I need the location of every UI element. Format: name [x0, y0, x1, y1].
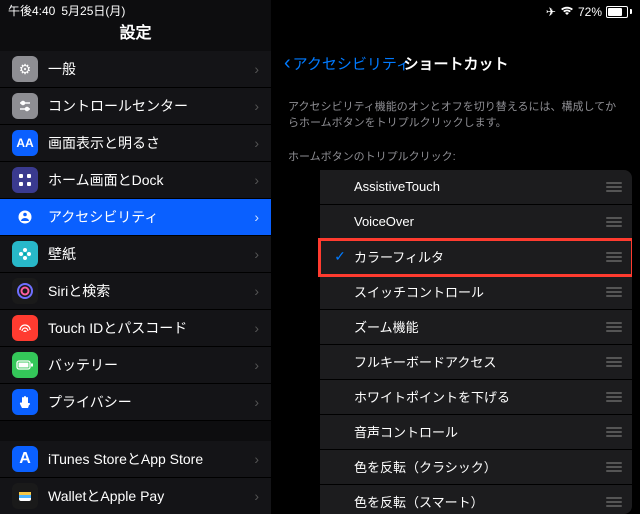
sidebar-item-label: コントロールセンター — [48, 96, 254, 116]
sidebar-item-label: WalletとApple Pay — [48, 486, 254, 506]
reorder-handle-icon[interactable] — [606, 427, 622, 437]
settings-section-1: ⚙︎一般›コントロールセンター›AA画面表示と明るさ›ホーム画面とDock›アク… — [0, 51, 271, 421]
chevron-right-icon: › — [254, 246, 259, 262]
status-bar-right: ✈︎ 72% — [272, 0, 640, 22]
check-icon: ✓ — [330, 248, 350, 265]
chevron-right-icon: › — [254, 451, 259, 467]
sidebar-item-siri[interactable]: Siriと検索› — [0, 273, 271, 310]
sidebar-item-AA[interactable]: AA画面表示と明るさ› — [0, 125, 271, 162]
reorder-handle-icon[interactable] — [606, 392, 622, 402]
sidebar-title: 設定 — [0, 19, 271, 43]
back-button[interactable]: ‹ アクセシビリティ — [284, 53, 411, 74]
shortcut-label: ズーム機能 — [350, 317, 606, 336]
chevron-right-icon: › — [254, 135, 259, 151]
status-date: 5月25日(月) — [61, 2, 125, 19]
sidebar-item-label: ホーム画面とDock — [48, 170, 254, 190]
reorder-handle-icon[interactable] — [606, 322, 622, 332]
chevron-left-icon: ‹ — [284, 53, 291, 73]
chevron-right-icon: › — [254, 488, 259, 504]
status-bar-left: 午後4:40 5月25日(月) — [0, 0, 271, 19]
chevron-right-icon: › — [254, 283, 259, 299]
sidebar-item-label: Touch IDとパスコード — [48, 318, 254, 338]
chevron-right-icon: › — [254, 98, 259, 114]
shortcut-label: フルキーボードアクセス — [350, 352, 606, 371]
sidebar-item-gear[interactable]: ⚙︎一般› — [0, 51, 271, 88]
sidebar-item-batt[interactable]: バッテリー› — [0, 347, 271, 384]
sidebar-item-grid[interactable]: ホーム画面とDock› — [0, 162, 271, 199]
settings-sidebar: 午後4:40 5月25日(月) 設定 ⚙︎一般›コントロールセンター›AA画面表… — [0, 0, 272, 514]
chevron-right-icon: › — [254, 61, 259, 77]
shortcut-row[interactable]: 音声コントロール — [320, 415, 632, 450]
shortcut-row[interactable]: 色を反転（スマート） — [320, 485, 632, 514]
sidebar-item-label: プライバシー — [48, 392, 254, 412]
reorder-handle-icon[interactable] — [606, 462, 622, 472]
shortcut-label: ホワイトポイントを下げる — [350, 387, 606, 406]
shortcut-row[interactable]: フルキーボードアクセス — [320, 345, 632, 380]
sidebar-item-label: バッテリー — [48, 355, 254, 375]
chevron-right-icon: › — [254, 357, 259, 373]
shortcut-list: AssistiveTouchVoiceOver✓カラーフィルタスイッチコントロー… — [280, 170, 632, 514]
sidebar-item-finger[interactable]: Touch IDとパスコード› — [0, 310, 271, 347]
shortcut-row[interactable]: ズーム機能 — [320, 310, 632, 345]
sidebar-item-hand[interactable]: プライバシー› — [0, 384, 271, 421]
shortcut-row[interactable]: スイッチコントロール — [320, 275, 632, 310]
shortcut-label: カラーフィルタ — [350, 247, 606, 266]
sidebar-item-label: 画面表示と明るさ — [48, 133, 254, 153]
sidebar-item-label: アクセシビリティ — [48, 207, 254, 227]
shortcut-label: VoiceOver — [350, 214, 606, 229]
shortcut-label: スイッチコントロール — [350, 282, 606, 301]
sidebar-item-label: Siriと検索 — [48, 281, 254, 301]
shortcut-label: AssistiveTouch — [350, 179, 606, 194]
chevron-right-icon: › — [254, 209, 259, 225]
section-header: ホームボタンのトリプルクリック: — [272, 136, 640, 170]
reorder-handle-icon[interactable] — [606, 182, 622, 192]
battery-icon — [606, 6, 632, 18]
chevron-right-icon: › — [254, 320, 259, 336]
chevron-right-icon: › — [254, 394, 259, 410]
sidebar-item-sliders[interactable]: コントロールセンター› — [0, 88, 271, 125]
wifi-icon — [560, 5, 574, 19]
reorder-handle-icon[interactable] — [606, 497, 622, 507]
sidebar-item-flower[interactable]: 壁紙› — [0, 236, 271, 273]
sidebar-item-label: 壁紙 — [48, 244, 254, 264]
sidebar-item-person[interactable]: アクセシビリティ› — [0, 199, 271, 236]
settings-section-2: AiTunes StoreとApp Store›WalletとApple Pay… — [0, 441, 271, 514]
sidebar-item-A[interactable]: AiTunes StoreとApp Store› — [0, 441, 271, 478]
reorder-handle-icon[interactable] — [606, 357, 622, 367]
shortcut-label: 色を反転（スマート） — [350, 492, 606, 511]
back-label: アクセシビリティ — [293, 53, 411, 74]
shortcut-row[interactable]: 色を反転（クラシック） — [320, 450, 632, 485]
detail-pane: ✈︎ 72% ‹ アクセシビリティ ショートカット アクセシビリティ機能のオンと… — [272, 0, 640, 514]
chevron-right-icon: › — [254, 172, 259, 188]
detail-header: ‹ アクセシビリティ ショートカット — [272, 44, 640, 83]
shortcut-label: 色を反転（クラシック） — [350, 457, 606, 476]
battery-percent: 72% — [578, 5, 602, 19]
reorder-handle-icon[interactable] — [606, 217, 622, 227]
shortcut-label: 音声コントロール — [350, 422, 606, 441]
shortcut-row[interactable]: ホワイトポイントを下げる — [320, 380, 632, 415]
shortcut-row[interactable]: ✓カラーフィルタ — [320, 240, 632, 275]
description-text: アクセシビリティ機能のオンとオフを切り替えるには、構成してからホームボタンをトリ… — [272, 83, 640, 136]
reorder-handle-icon[interactable] — [606, 252, 622, 262]
reorder-handle-icon[interactable] — [606, 287, 622, 297]
sidebar-item-wallet[interactable]: WalletとApple Pay› — [0, 478, 271, 514]
sidebar-item-label: 一般 — [48, 59, 254, 79]
sidebar-item-label: iTunes StoreとApp Store — [48, 449, 254, 469]
shortcut-row[interactable]: VoiceOver — [320, 205, 632, 240]
shortcut-row[interactable]: AssistiveTouch — [320, 170, 632, 205]
status-time: 午後4:40 — [8, 2, 55, 19]
airplane-icon: ✈︎ — [546, 5, 556, 19]
